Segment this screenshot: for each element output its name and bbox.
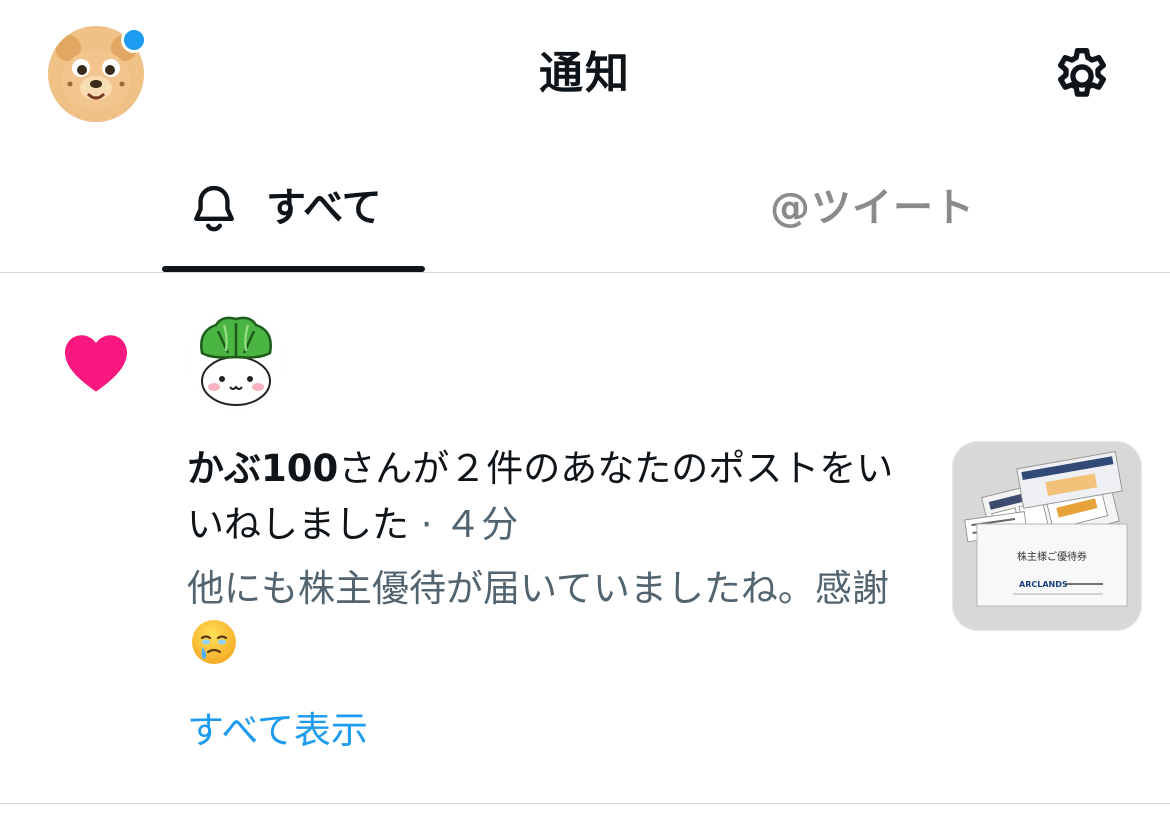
face-holding-back-tears-icon [192, 620, 236, 664]
bell-icon [194, 185, 234, 232]
shareholder-coupon-image: 株主様ご優待券 ARCLANDS [953, 442, 1141, 630]
show-all-link[interactable]: すべて表示 [187, 705, 368, 757]
top-bar: 通知 [0, 0, 1170, 148]
tab-all-label: すべて [266, 185, 382, 231]
tab-all[interactable]: すべて [0, 148, 585, 272]
actor-avatar[interactable] [188, 313, 284, 409]
post-preview: 他にも株主優待が届いていましたね。感謝 [187, 561, 927, 675]
notification-item[interactable]: かぶ100さんが２件のあなたのポストをいいねしました · ４分 他にも株主優待が… [0, 273, 1170, 803]
actor-name[interactable]: かぶ100 [187, 447, 338, 490]
notification-time: · ４分 [409, 503, 519, 546]
tab-mentions[interactable]: @ツイート [585, 148, 1170, 272]
settings-button[interactable] [1050, 44, 1114, 108]
notification-summary: かぶ100さんが２件のあなたのポストをいいねしました · ４分 [187, 441, 927, 553]
notification-divider [0, 803, 1170, 804]
post-thumbnail[interactable]: 株主様ご優待券 ARCLANDS [952, 441, 1142, 631]
thumbnail-brand-text: ARCLANDS [1019, 580, 1068, 589]
notification-tabs: すべて @ツイート [0, 148, 1170, 272]
post-preview-text: 他にも株主優待が届いていましたね。感謝 [187, 567, 889, 610]
thumbnail-coupon-text: 株主様ご優待券 [1017, 550, 1087, 563]
turnip-avatar-icon [188, 313, 284, 409]
heart-icon [65, 335, 127, 392]
tab-mentions-label: @ツイート [770, 185, 975, 231]
gear-icon [1058, 48, 1106, 97]
page-title: 通知 [539, 48, 631, 99]
